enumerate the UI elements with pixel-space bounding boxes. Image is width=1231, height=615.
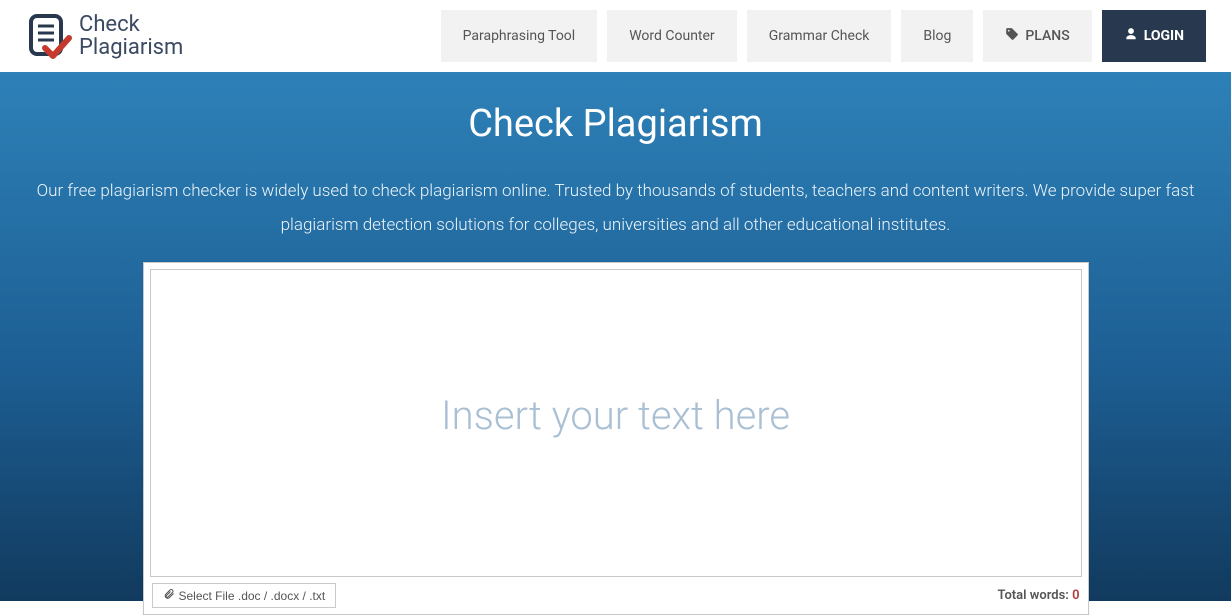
- select-file-label: Select File .doc / .docx / .txt: [179, 589, 326, 603]
- textarea-wrap: [150, 269, 1082, 577]
- nav-word-counter[interactable]: Word Counter: [607, 10, 736, 62]
- logo[interactable]: Check Plagiarism: [25, 12, 183, 60]
- nav-plans-label: PLANS: [1025, 28, 1069, 44]
- nav-login[interactable]: LOGIN: [1102, 10, 1206, 62]
- top-nav: Paraphrasing Tool Word Counter Grammar C…: [441, 10, 1206, 62]
- select-file-button[interactable]: Select File .doc / .docx / .txt: [152, 583, 337, 608]
- page-subtitle: Our free plagiarism checker is widely us…: [21, 174, 1211, 242]
- hero: Check Plagiarism Our free plagiarism che…: [0, 72, 1231, 601]
- nav-paraphrasing-tool[interactable]: Paraphrasing Tool: [441, 10, 598, 62]
- editor-footer: Select File .doc / .docx / .txt Total wo…: [150, 577, 1082, 608]
- logo-text: Check Plagiarism: [79, 13, 183, 59]
- nav-blog[interactable]: Blog: [901, 10, 973, 62]
- nav-grammar-check[interactable]: Grammar Check: [747, 10, 892, 62]
- page-title: Check Plagiarism: [0, 102, 1231, 146]
- nav-login-label: LOGIN: [1144, 28, 1184, 44]
- logo-line1: Check: [79, 13, 183, 36]
- logo-icon: [25, 12, 73, 60]
- user-icon: [1124, 27, 1138, 45]
- header: Check Plagiarism Paraphrasing Tool Word …: [0, 0, 1231, 72]
- editor-card: Select File .doc / .docx / .txt Total wo…: [143, 262, 1089, 615]
- tag-icon: [1005, 27, 1019, 45]
- logo-line2: Plagiarism: [79, 36, 183, 59]
- nav-plans[interactable]: PLANS: [983, 10, 1091, 62]
- plagiarism-textarea[interactable]: [151, 270, 1081, 576]
